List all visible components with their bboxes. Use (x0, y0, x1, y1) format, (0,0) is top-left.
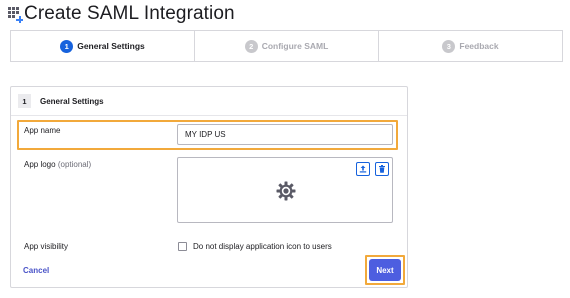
upload-icon[interactable] (356, 162, 370, 176)
app-logo-label: App logo (optional) (24, 160, 92, 169)
step-label: General Settings (77, 41, 145, 51)
step-label: Feedback (459, 41, 499, 51)
page-header: Create SAML Integration (8, 3, 235, 25)
optional-label: (optional) (57, 160, 92, 169)
section-number-badge: 1 (18, 94, 31, 108)
step-number-badge: 3 (442, 39, 456, 53)
gear-icon (276, 181, 296, 206)
step-general-settings[interactable]: 1 General Settings (11, 31, 195, 61)
cancel-button[interactable]: Cancel (23, 266, 49, 275)
step-feedback[interactable]: 3 Feedback (379, 31, 562, 61)
step-label: Configure SAML (261, 41, 329, 51)
page-title: Create SAML Integration (24, 3, 235, 24)
step-number-badge: 1 (60, 39, 74, 53)
next-button[interactable]: Next (369, 259, 401, 281)
hide-icon-checkbox-label[interactable]: Do not display application icon to users (193, 242, 332, 251)
trash-icon[interactable] (375, 162, 389, 176)
grid-plus-icon (8, 7, 23, 23)
section-title: General Settings (40, 96, 104, 106)
app-visibility-label: App visibility (24, 242, 69, 251)
app-name-label: App name (24, 126, 61, 135)
hide-icon-checkbox[interactable] (178, 242, 187, 251)
stepper: 1 General Settings 2 Configure SAML 3 Fe… (10, 30, 563, 62)
app-logo-dropzone[interactable] (177, 157, 393, 223)
step-number-badge: 2 (244, 39, 258, 53)
step-configure-saml[interactable]: 2 Configure SAML (195, 31, 379, 61)
app-name-input[interactable] (177, 124, 393, 145)
card-header: 1 General Settings (11, 87, 407, 116)
